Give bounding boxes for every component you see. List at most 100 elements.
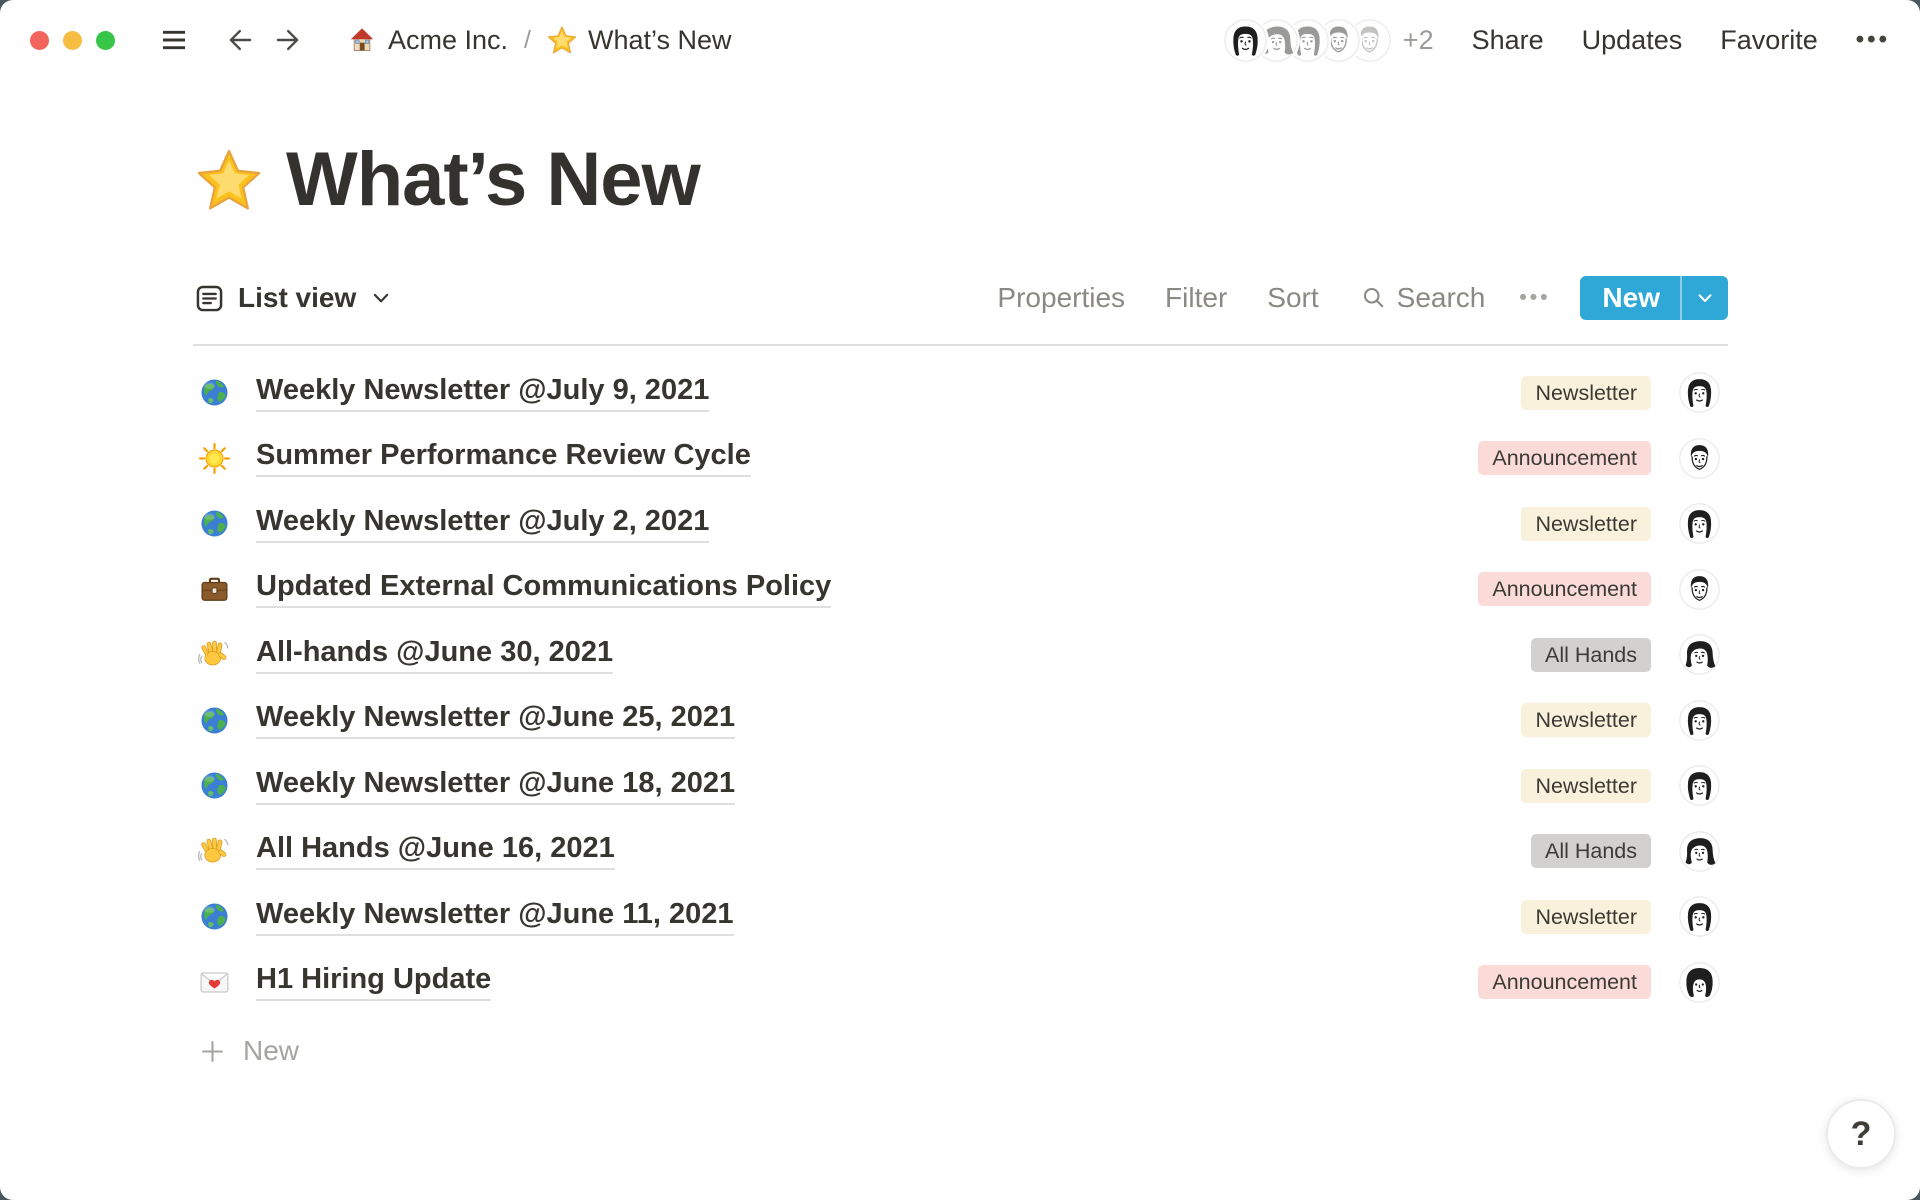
list-item[interactable]: Updated External Communications Policy A… [193, 557, 1728, 623]
breadcrumb-page-label: What’s New [588, 25, 732, 56]
favorite-button[interactable]: Favorite [1720, 25, 1818, 56]
properties-button[interactable]: Properties [997, 282, 1125, 314]
page-link[interactable]: Weekly Newsletter @June 18, 2021 [256, 767, 735, 805]
add-new-label: New [243, 1035, 299, 1067]
tag-badge: Newsletter [1521, 376, 1651, 410]
love-letter-icon [198, 966, 231, 999]
page-link[interactable]: Weekly Newsletter @July 9, 2021 [256, 374, 709, 412]
breadcrumb-workspace[interactable]: Acme Inc. [347, 25, 508, 56]
breadcrumb-separator: / [524, 26, 531, 55]
page-link[interactable]: H1 Hiring Update [256, 963, 491, 1001]
tag-badge: Announcement [1478, 441, 1651, 475]
app-window: Acme Inc. / What’s New +2 Share Updates … [0, 0, 1920, 1200]
view-toolbar: List view Properties Filter Sort Search … [193, 268, 1728, 328]
avatar [1679, 765, 1720, 806]
list-item[interactable]: Weekly Newsletter @June 11, 2021 Newslet… [193, 884, 1728, 950]
page-link[interactable]: Updated External Communications Policy [256, 570, 831, 608]
search-icon [1359, 283, 1389, 313]
sun-icon [198, 442, 231, 475]
star-icon [547, 25, 577, 55]
page-title: What’s New [286, 138, 700, 222]
toolbar-divider [193, 344, 1728, 346]
list-item[interactable]: Weekly Newsletter @June 25, 2021 Newslet… [193, 688, 1728, 754]
chevron-down-icon [1695, 288, 1715, 308]
avatar [1679, 634, 1720, 675]
view-switcher[interactable]: List view [193, 282, 392, 315]
help-label: ? [1851, 1115, 1872, 1154]
page-link[interactable]: Weekly Newsletter @June 25, 2021 [256, 701, 735, 739]
topbar-right: +2 Share Updates Favorite ••• [1224, 19, 1890, 62]
page-link[interactable]: All Hands @June 16, 2021 [256, 832, 615, 870]
view-label: List view [238, 282, 356, 314]
list-item[interactable]: All-hands @June 30, 2021 All Hands [193, 622, 1728, 688]
member-facepile[interactable] [1224, 19, 1391, 62]
wave-icon [198, 638, 231, 671]
avatar [1679, 569, 1720, 610]
minimize-window-button[interactable] [63, 31, 82, 50]
breadcrumb: Acme Inc. / What’s New [347, 25, 732, 56]
facepile-overflow-count: +2 [1403, 25, 1434, 56]
sort-button[interactable]: Sort [1267, 282, 1318, 314]
avatar [1679, 896, 1720, 937]
sidebar-menu-button[interactable] [157, 23, 191, 57]
breadcrumb-workspace-label: Acme Inc. [388, 25, 508, 56]
tag-badge: Announcement [1478, 572, 1651, 606]
filter-button[interactable]: Filter [1165, 282, 1227, 314]
close-window-button[interactable] [30, 31, 49, 50]
search-button[interactable]: Search [1359, 282, 1486, 314]
tag-badge: Newsletter [1521, 769, 1651, 803]
list-item[interactable]: Weekly Newsletter @July 2, 2021 Newslett… [193, 491, 1728, 557]
avatar [1679, 831, 1720, 872]
updates-button[interactable]: Updates [1582, 25, 1683, 56]
toolbar-more-icon[interactable]: ••• [1519, 286, 1550, 310]
search-label: Search [1397, 282, 1486, 314]
page-link[interactable]: Weekly Newsletter @July 2, 2021 [256, 505, 709, 543]
page-header: What’s New [196, 138, 700, 222]
globe-icon [198, 376, 231, 409]
traffic-lights [30, 31, 115, 50]
tag-badge: Announcement [1478, 965, 1651, 999]
zoom-window-button[interactable] [96, 31, 115, 50]
new-button[interactable]: New [1580, 276, 1680, 320]
list-item[interactable]: Summer Performance Review Cycle Announce… [193, 426, 1728, 492]
list-item[interactable]: All Hands @June 16, 2021 All Hands [193, 819, 1728, 885]
help-button[interactable]: ? [1826, 1099, 1896, 1169]
new-button-dropdown[interactable] [1682, 276, 1728, 320]
avatar [1679, 372, 1720, 413]
list-item[interactable]: Weekly Newsletter @June 18, 2021 Newslet… [193, 753, 1728, 819]
chevron-down-icon [370, 287, 392, 309]
list-item[interactable]: Weekly Newsletter @July 9, 2021 Newslett… [193, 360, 1728, 426]
more-options-icon[interactable]: ••• [1856, 26, 1890, 54]
list-item[interactable]: H1 Hiring Update Announcement [193, 950, 1728, 1016]
page-link[interactable]: Weekly Newsletter @June 11, 2021 [256, 898, 734, 936]
add-new-row[interactable]: New [193, 1021, 1728, 1081]
forward-button[interactable] [271, 22, 307, 58]
star-icon [196, 147, 262, 213]
breadcrumb-page[interactable]: What’s New [547, 25, 732, 56]
avatar [1679, 700, 1720, 741]
page-list: Weekly Newsletter @July 9, 2021 Newslett… [193, 360, 1728, 1081]
tag-badge: All Hands [1531, 834, 1651, 868]
wave-icon [198, 835, 231, 868]
page-link[interactable]: All-hands @June 30, 2021 [256, 636, 613, 674]
list-rows: Weekly Newsletter @July 9, 2021 Newslett… [193, 360, 1728, 1015]
house-icon [347, 25, 377, 55]
avatar [1679, 962, 1720, 1003]
avatar [1679, 438, 1720, 479]
globe-icon [198, 769, 231, 802]
tag-badge: Newsletter [1521, 703, 1651, 737]
back-button[interactable] [221, 22, 257, 58]
avatar [1224, 19, 1267, 62]
tag-badge: Newsletter [1521, 900, 1651, 934]
briefcase-icon [198, 573, 231, 606]
plus-icon [198, 1037, 227, 1066]
globe-icon [198, 900, 231, 933]
share-button[interactable]: Share [1472, 25, 1544, 56]
tag-badge: All Hands [1531, 638, 1651, 672]
list-view-icon [193, 282, 226, 315]
new-button-group: New [1580, 276, 1728, 320]
toolbar-actions: Properties Filter Sort Search ••• New [957, 276, 1728, 320]
tag-badge: Newsletter [1521, 507, 1651, 541]
globe-icon [198, 704, 231, 737]
page-link[interactable]: Summer Performance Review Cycle [256, 439, 751, 477]
